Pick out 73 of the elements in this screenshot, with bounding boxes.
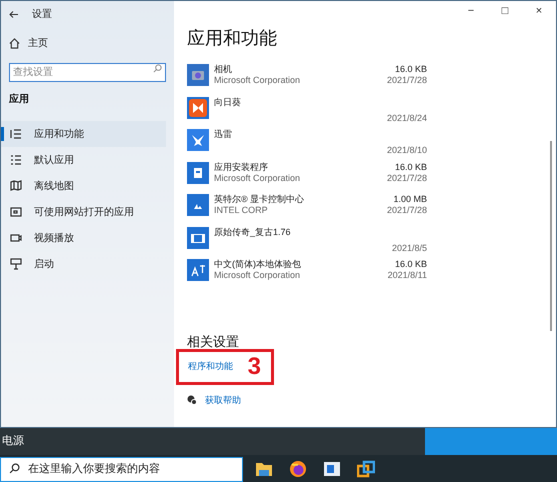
list-icon [10, 128, 22, 140]
app-publisher: Microsoft Corporation [214, 172, 300, 184]
section-heading: 相关设置 [187, 334, 240, 348]
app-row[interactable]: 相机 16.0 KB Microsoft Corporation 2021/7/28 [187, 62, 427, 94]
bird-icon [187, 129, 209, 151]
power-label[interactable]: 电源 [2, 433, 24, 450]
app-row[interactable]: 迅雷 2021/8/10 [187, 127, 427, 160]
app-date: 2021/7/28 [386, 75, 427, 86]
squares-icon[interactable] [357, 460, 375, 478]
startup-icon [10, 258, 22, 270]
list-icon [10, 154, 22, 166]
app-size: 16.0 KB [394, 259, 427, 270]
box-icon [187, 162, 209, 184]
programs-link[interactable]: 程序和功能 [188, 360, 233, 374]
maximize-button[interactable]: □ [488, 1, 522, 21]
search-field[interactable]: 查找设置 [9, 63, 166, 82]
app-publisher: Microsoft Corporation [214, 270, 300, 281]
app-name: 应用安装程序 [214, 162, 268, 172]
sidebar-item[interactable]: 离线地图 [1, 173, 166, 199]
app-name: 英特尔® 显卡控制中心 [214, 194, 304, 205]
app-row[interactable]: 原始传奇_复古1.76 2021/8/5 [187, 224, 427, 257]
app-row[interactable]: 中文(简体)本地体验包 16.0 KB Microsoft Corporation 2021/8/11 [187, 257, 427, 290]
app-size: 1.00 MB [393, 194, 427, 205]
search-icon [153, 64, 162, 73]
window-title: 设置 [32, 8, 52, 22]
window-icon[interactable] [324, 462, 340, 476]
window-icon [10, 206, 22, 218]
app-date: 2021/7/28 [386, 172, 427, 184]
app-row[interactable]: 向日葵 2021/8/24 [187, 94, 427, 127]
app-date: 2021/8/5 [392, 242, 427, 254]
back-icon[interactable] [9, 10, 18, 18]
home-icon[interactable] [9, 38, 20, 49]
sidebar-item[interactable]: 视频播放 [1, 225, 166, 251]
app-name: 向日葵 [214, 96, 241, 108]
app-name: 相机 [214, 64, 232, 75]
scrollbar[interactable] [550, 141, 552, 331]
app-date: 2021/8/11 [388, 270, 427, 281]
taskbar-search-field[interactable]: 在这里输入你要搜索的内容 [0, 456, 243, 482]
app-size: 16.0 KB [394, 162, 427, 172]
sidebar-item[interactable]: 应用和功能 [1, 121, 166, 147]
help-link[interactable]: 获取帮助 [205, 394, 241, 407]
home-link[interactable]: 主页 [28, 36, 48, 51]
close-button[interactable]: × [522, 1, 556, 21]
app-name: 中文(简体)本地体验包 [214, 259, 301, 270]
sidebar-item[interactable]: 可使用网站打开的应用 [1, 199, 166, 225]
step-number: 3 [248, 354, 261, 380]
app-publisher: Microsoft Corporation [214, 75, 300, 86]
app-name: 迅雷 [214, 129, 232, 140]
app-publisher: INTEL CORP [214, 205, 268, 216]
app-size: 16.0 KB [394, 64, 427, 75]
page-title: 应用和功能 [187, 27, 278, 50]
video-icon [10, 232, 22, 244]
section-heading: 应用 [9, 92, 30, 107]
app-row[interactable]: 应用安装程序 16.0 KB Microsoft Corporation 2021/7/28 [187, 160, 427, 192]
sidebar-item[interactable]: 默认应用 [1, 147, 166, 173]
app-icon [187, 194, 209, 216]
app-date: 2021/8/10 [386, 145, 427, 156]
film-icon [187, 226, 209, 248]
app-date: 2021/7/28 [386, 205, 427, 216]
app-date: 2021/8/24 [386, 112, 427, 124]
folder-icon[interactable] [255, 460, 273, 476]
camera-icon [187, 64, 209, 86]
map-icon [10, 180, 22, 192]
minimize-button[interactable]: − [454, 1, 488, 21]
chat-icon [187, 395, 197, 406]
app-name: 原始传奇_复古1.76 [214, 226, 291, 238]
browser-icon[interactable] [289, 460, 307, 478]
app-icon [187, 96, 209, 118]
app-row[interactable]: 英特尔® 显卡控制中心 1.00 MB INTEL CORP 2021/7/28 [187, 192, 427, 224]
language-icon [187, 259, 209, 281]
search-icon [9, 463, 20, 474]
sidebar-item[interactable]: 启动 [1, 251, 166, 277]
start-tile[interactable] [425, 428, 557, 455]
